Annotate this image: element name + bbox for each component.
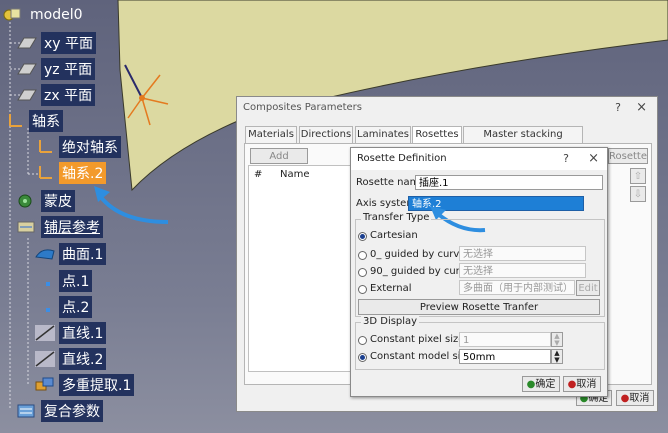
tree-label-yz-plane[interactable]: yz 平面	[41, 58, 96, 80]
3d-display-title: 3D Display	[361, 316, 420, 327]
external-label: External	[370, 283, 412, 294]
tree-item-skin[interactable]: 蒙皮	[16, 190, 75, 212]
constant-pixel-input[interactable]: 1	[459, 332, 551, 347]
guided-90-curve-field[interactable]: 无选择	[459, 263, 586, 278]
tree-label-xy-plane[interactable]: xy 平面	[41, 32, 97, 54]
rosette-action-button[interactable]: Rosette	[608, 148, 648, 164]
tree-item-xy-plane[interactable]: xy 平面	[16, 32, 97, 54]
geometrical-set-icon	[17, 221, 35, 233]
tree-label-root[interactable]: model0	[27, 6, 86, 24]
composites-icon	[17, 404, 35, 418]
tree-label-ply-ref[interactable]: 铺层参考	[41, 216, 103, 238]
tree-label-multi-extract[interactable]: 多重提取.1	[59, 374, 135, 396]
line-icon	[35, 325, 55, 341]
plane-icon	[17, 37, 37, 49]
tree-item-surface1[interactable]: 曲面.1	[34, 243, 107, 265]
tree-item-ply-ref[interactable]: 铺层参考	[16, 216, 103, 238]
tree-label-composite-params[interactable]: 复合参数	[41, 400, 103, 422]
tree-label-point1[interactable]: 点.1	[59, 270, 93, 292]
tab-master-stacking-sequence[interactable]: Master stacking sequence	[463, 126, 583, 156]
cartesian-radio[interactable]	[358, 232, 367, 241]
ok-label: 确定	[535, 379, 556, 390]
product-icon	[3, 8, 21, 21]
plane-icon	[17, 63, 37, 75]
cancel-label: 取消	[629, 393, 650, 404]
move-up-icon[interactable]: ⇧	[630, 168, 646, 184]
composites-dialog-title: Composites Parameters	[243, 102, 362, 113]
transfer-type-title: Transfer Type	[361, 212, 432, 223]
tree-label-abs-axis[interactable]: 绝对轴系	[59, 136, 121, 158]
rosette-name-input[interactable]: 插座.1	[415, 175, 603, 190]
external-radio[interactable]	[358, 285, 367, 294]
tree-item-yz-plane[interactable]: yz 平面	[16, 58, 96, 80]
tab-laminates[interactable]: Laminates	[355, 126, 411, 143]
guided-90-radio[interactable]	[358, 268, 367, 277]
tree-label-line1[interactable]: 直线.1	[59, 322, 107, 344]
edit-button[interactable]: Edit	[576, 280, 600, 296]
skin-icon	[18, 194, 32, 208]
line-icon	[35, 351, 55, 367]
cartesian-label: Cartesian	[370, 230, 418, 241]
tree-item-axis-group[interactable]: 轴系	[4, 110, 63, 132]
guided-0-curve-field[interactable]: 无选择	[459, 246, 586, 261]
tree-item-line2[interactable]: 直线.2	[34, 348, 107, 370]
surface-icon	[35, 249, 55, 260]
tree-root[interactable]: model0	[2, 4, 86, 26]
tab-materials[interactable]: Materials	[245, 126, 297, 143]
constant-pixel-label: Constant pixel size:	[370, 334, 468, 345]
tree-label-surface1[interactable]: 曲面.1	[59, 243, 107, 265]
tree-label-zx-plane[interactable]: zx 平面	[41, 84, 96, 106]
preview-rosette-button[interactable]: Preview Rosette Tranfer	[358, 299, 600, 315]
axis-system-icon	[9, 114, 22, 127]
composites-dialog-titlebar: Composites Parameters ? ×	[237, 97, 657, 119]
point-icon	[46, 308, 50, 312]
tree-label-point2[interactable]: 点.2	[59, 296, 93, 318]
tab-directions[interactable]: Directions	[299, 126, 353, 143]
help-button[interactable]: ?	[615, 97, 621, 119]
tree-item-multi-extract[interactable]: 多重提取.1	[34, 374, 135, 396]
constant-model-radio[interactable]	[358, 353, 367, 362]
tree-item-composite-params[interactable]: 复合参数	[16, 400, 103, 422]
tree-label-line2[interactable]: 直线.2	[59, 348, 107, 370]
point-icon	[46, 282, 50, 286]
rosette-cancel-button[interactable]: ●取消	[563, 376, 601, 392]
column-header-hash: #	[254, 169, 263, 180]
composites-cancel-button[interactable]: ●取消	[616, 390, 654, 406]
tree-item-line1[interactable]: 直线.1	[34, 322, 107, 344]
constant-pixel-radio[interactable]	[358, 336, 367, 345]
column-header-name: Name	[280, 169, 310, 180]
tree-label-axis-group[interactable]: 轴系	[29, 110, 63, 132]
close-button[interactable]: ×	[636, 97, 647, 119]
rosette-dialog-titlebar: Rosette Definition ? ×	[351, 148, 607, 170]
tree-item-point1[interactable]: 点.1	[34, 270, 93, 292]
move-down-icon[interactable]: ⇩	[630, 186, 646, 202]
tree-item-zx-plane[interactable]: zx 平面	[16, 84, 96, 106]
rosette-ok-button[interactable]: ●确定	[522, 376, 560, 392]
cancel-label: 取消	[576, 379, 597, 390]
plane-icon	[17, 89, 37, 101]
constant-model-input[interactable]: 50mm	[459, 349, 551, 364]
tab-rosettes[interactable]: Rosettes	[412, 126, 462, 144]
tree-item-abs-axis[interactable]: 绝对轴系	[34, 136, 121, 158]
rosette-close-button[interactable]: ×	[588, 148, 599, 170]
add-rosette-button[interactable]: Add Rosette	[250, 148, 308, 178]
3d-viewport[interactable]: model0 xy 平面 yz 平面 zx 平面 轴系 绝对轴系 轴系.2 蒙皮…	[0, 0, 668, 433]
tree-label-skin[interactable]: 蒙皮	[41, 190, 75, 212]
rosette-help-button[interactable]: ?	[563, 148, 569, 170]
tree-item-point2[interactable]: 点.2	[34, 296, 93, 318]
external-select[interactable]: 多曲面（用于内部测试）	[459, 280, 575, 295]
tree-item-axis2[interactable]: 轴系.2	[34, 162, 107, 184]
model-spinner-icon[interactable]: ▲ ▼	[551, 349, 563, 364]
pixel-spinner-icon[interactable]: ▲ ▼	[551, 332, 563, 347]
extract-icon	[35, 377, 54, 391]
guided-0-radio[interactable]	[358, 251, 367, 260]
guided-0-label: 0_ guided by curve:	[370, 249, 469, 260]
rosette-dialog-title: Rosette Definition	[357, 153, 447, 164]
tree-label-axis2[interactable]: 轴系.2	[59, 162, 107, 184]
axis-system-icon	[39, 166, 52, 179]
axis-system-icon	[39, 140, 52, 153]
